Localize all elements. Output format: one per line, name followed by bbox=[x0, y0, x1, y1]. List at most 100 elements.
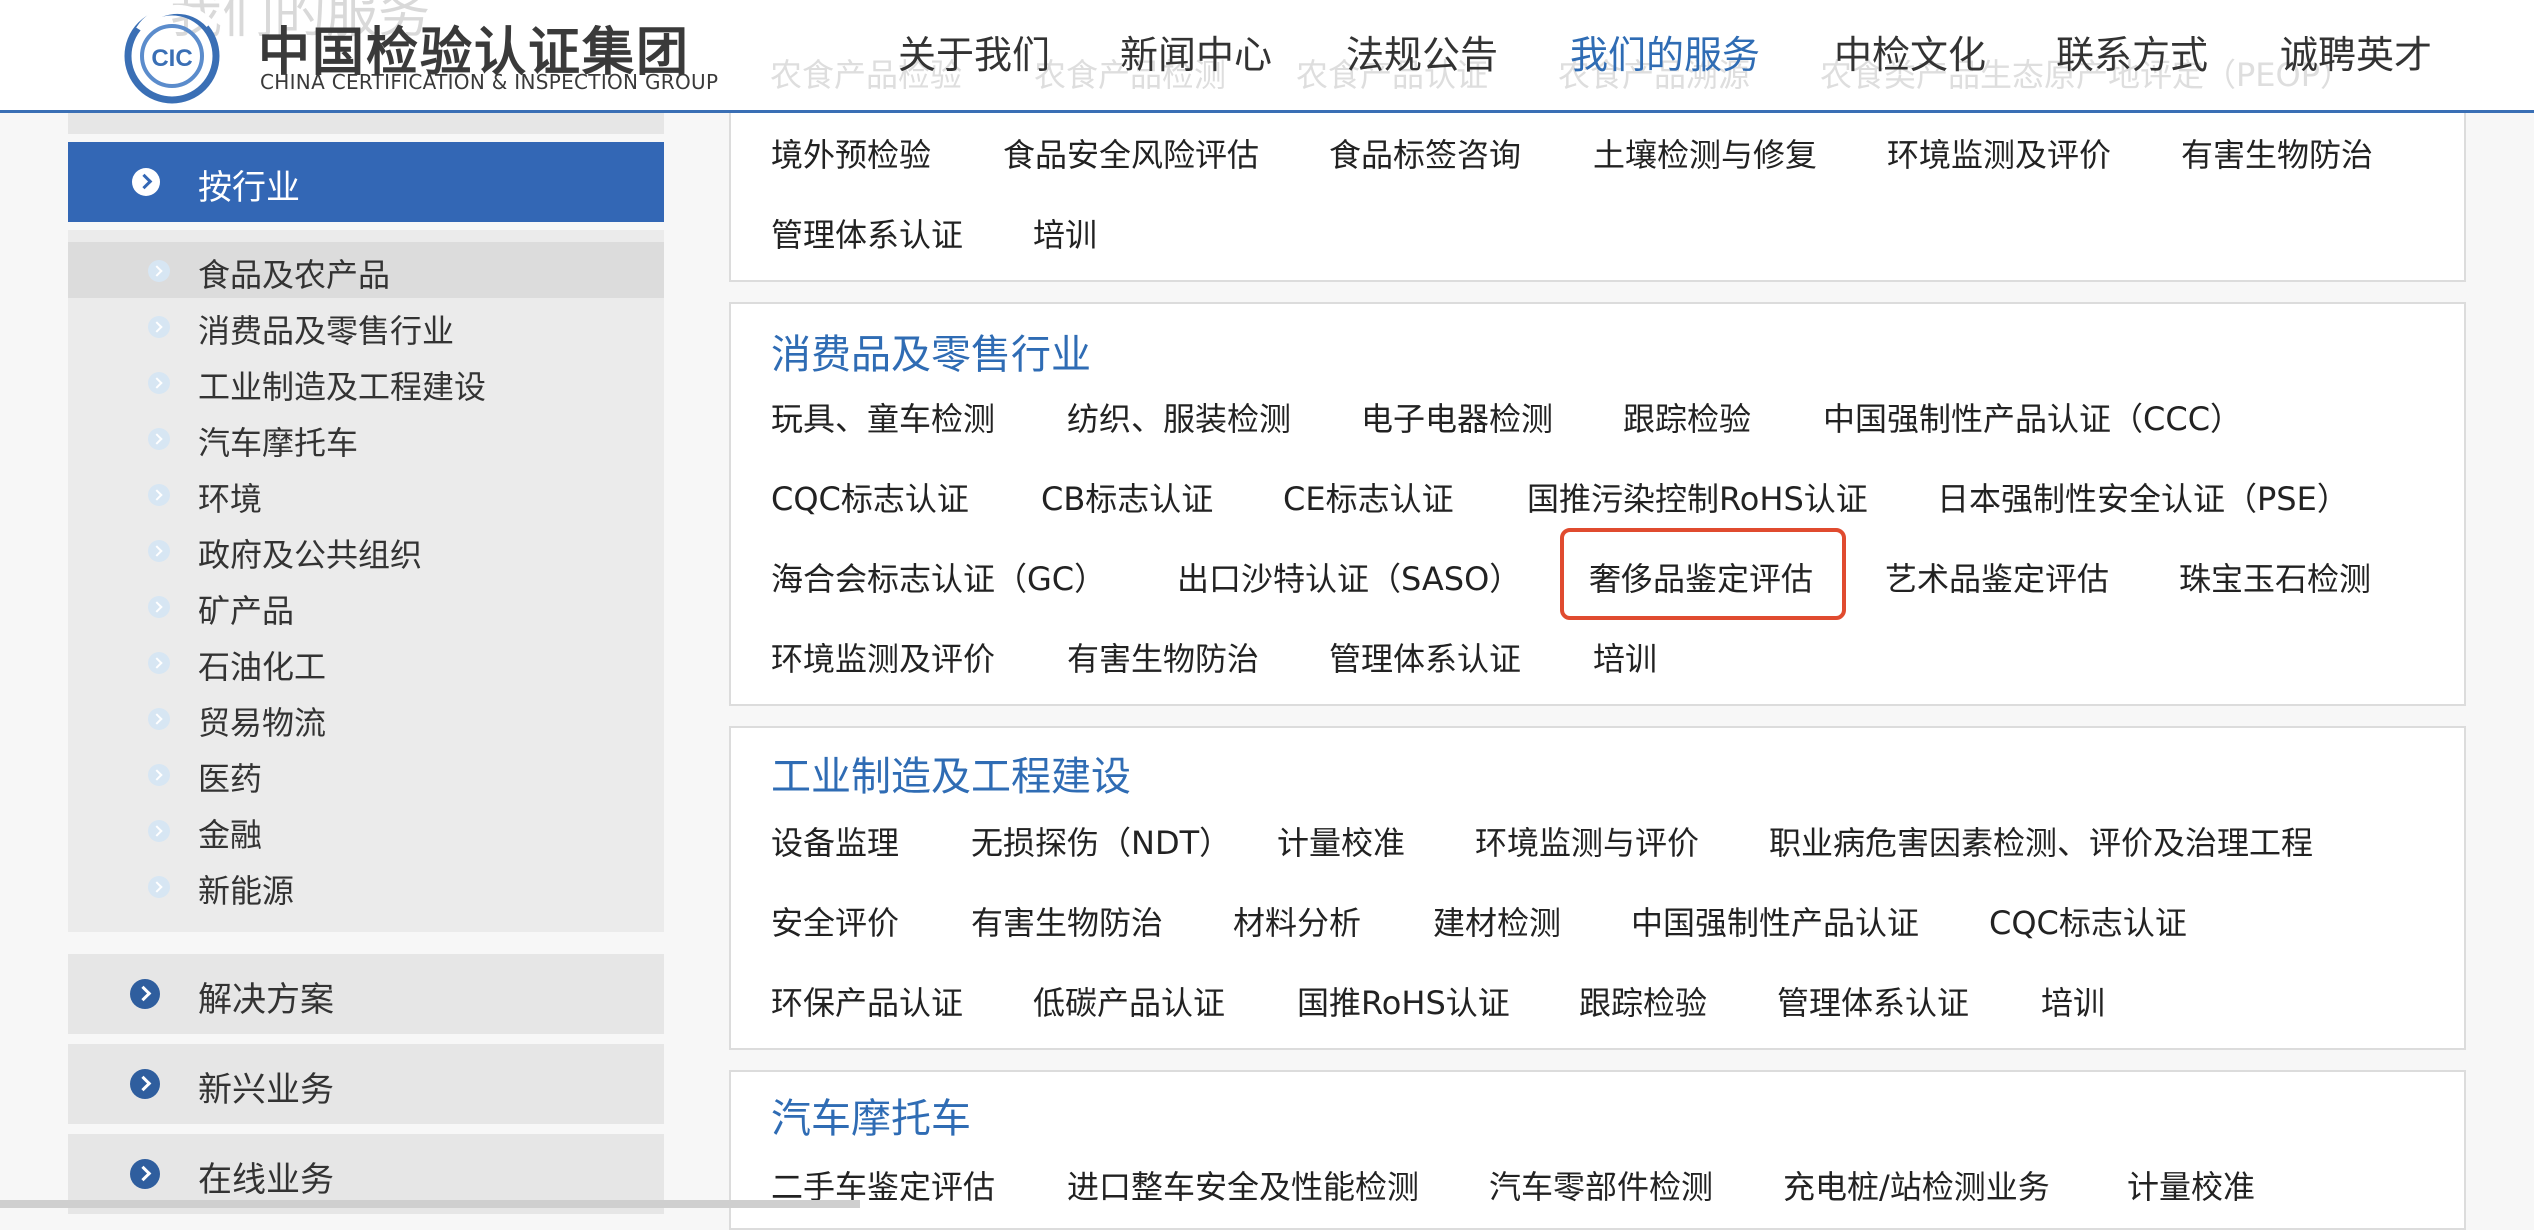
chevron-right-icon bbox=[148, 820, 170, 842]
industry-item-petrochemical[interactable]: 石油化工 bbox=[68, 634, 664, 690]
chevron-right-icon bbox=[148, 428, 170, 450]
service-link[interactable]: 环境监测及评价 bbox=[1887, 130, 2111, 176]
service-link[interactable]: 日本强制性安全认证（PSE） bbox=[1937, 474, 2349, 520]
industry-item-industrial[interactable]: 工业制造及工程建设 bbox=[68, 354, 664, 410]
service-link[interactable]: 纺织、服装检测 bbox=[1067, 394, 1291, 440]
industry-item-government[interactable]: 政府及公共组织 bbox=[68, 522, 664, 578]
service-link[interactable]: 中国强制性产品认证 bbox=[1631, 898, 1919, 944]
chevron-right-icon bbox=[130, 1159, 160, 1189]
panel-consumer: 消费品及零售行业 玩具、童车检测 纺织、服装检测 电子电器检测 跟踪检验 中国强… bbox=[729, 302, 2466, 706]
industry-item-label: 新能源 bbox=[198, 872, 295, 910]
sidebar-online-label: 在线业务 bbox=[198, 1160, 334, 1200]
industry-item-finance[interactable]: 金融 bbox=[68, 802, 664, 858]
service-link[interactable]: 土壤检测与修复 bbox=[1593, 130, 1817, 176]
service-link[interactable]: 环境监测与评价 bbox=[1475, 818, 1699, 864]
panel-industrial: 工业制造及工程建设 设备监理 无损探伤（NDT） 计量校准 环境监测与评价 职业… bbox=[729, 726, 2466, 1050]
industry-item-label: 食品及农产品 bbox=[198, 256, 391, 294]
service-link[interactable]: 境外预检验 bbox=[771, 130, 931, 176]
service-link[interactable]: 培训 bbox=[1033, 210, 1097, 256]
industry-item-label: 金融 bbox=[198, 816, 263, 854]
industry-item-label: 工业制造及工程建设 bbox=[198, 368, 487, 406]
service-link[interactable]: 管理体系认证 bbox=[1777, 978, 1969, 1024]
industry-list: 食品及农产品 消费品及零售行业 工业制造及工程建设 汽车摩托车 环境 政府及公共… bbox=[68, 230, 664, 932]
service-link[interactable]: 跟踪检验 bbox=[1579, 978, 1707, 1024]
panel-title[interactable]: 汽车摩托车 bbox=[771, 1086, 971, 1144]
chevron-right-icon bbox=[148, 540, 170, 562]
industry-item-environment[interactable]: 环境 bbox=[68, 466, 664, 522]
service-link[interactable]: 环保产品认证 bbox=[771, 978, 963, 1024]
industry-item-label: 环境 bbox=[198, 480, 263, 518]
service-link[interactable]: 玩具、童车检测 bbox=[771, 394, 995, 440]
service-link[interactable]: 计量校准 bbox=[1277, 818, 1405, 864]
sidebar-solutions[interactable]: 解决方案 bbox=[68, 954, 664, 1034]
service-link[interactable]: 职业病危害因素检测、评价及治理工程 bbox=[1769, 818, 2313, 864]
sidebar-emerging-business[interactable]: 新兴业务 bbox=[68, 1044, 664, 1124]
industry-item-label: 医药 bbox=[198, 760, 263, 798]
sidebar-top-strip bbox=[68, 112, 664, 134]
chevron-right-icon bbox=[148, 596, 170, 618]
industry-item-label: 矿产品 bbox=[198, 592, 295, 630]
service-link[interactable]: 有害生物防治 bbox=[1067, 634, 1259, 680]
service-link[interactable]: 进口整车安全及性能检测 bbox=[1067, 1162, 1419, 1208]
service-link[interactable]: 电子电器检测 bbox=[1361, 394, 1553, 440]
service-link[interactable]: 国推RoHS认证 bbox=[1297, 978, 1510, 1024]
service-link[interactable]: 建材检测 bbox=[1433, 898, 1561, 944]
industry-item-pharma[interactable]: 医药 bbox=[68, 746, 664, 802]
industry-item-new-energy[interactable]: 新能源 bbox=[68, 858, 664, 914]
industry-item-food[interactable]: 食品及农产品 bbox=[68, 242, 664, 298]
highlight-box bbox=[1560, 528, 1846, 620]
nav-contact[interactable]: 联系方式 bbox=[2056, 24, 2208, 79]
industry-item-trade-logistics[interactable]: 贸易物流 bbox=[68, 690, 664, 746]
service-link[interactable]: 有害生物防治 bbox=[2181, 130, 2373, 176]
service-link[interactable]: 无损探伤（NDT） bbox=[971, 818, 1231, 864]
chevron-right-icon bbox=[148, 316, 170, 338]
service-link[interactable]: 艺术品鉴定评估 bbox=[1885, 554, 2109, 600]
service-link[interactable]: 培训 bbox=[2041, 978, 2105, 1024]
service-link[interactable]: 材料分析 bbox=[1233, 898, 1361, 944]
sidebar-by-industry[interactable]: 按行业 bbox=[68, 142, 664, 222]
service-link[interactable]: 珠宝玉石检测 bbox=[2179, 554, 2371, 600]
service-link[interactable]: 食品标签咨询 bbox=[1329, 130, 1521, 176]
service-link[interactable]: 管理体系认证 bbox=[771, 210, 963, 256]
service-link[interactable]: 跟踪检验 bbox=[1623, 394, 1751, 440]
service-link[interactable]: 计量校准 bbox=[2127, 1162, 2255, 1208]
nav-about[interactable]: 关于我们 bbox=[898, 24, 1050, 79]
nav-culture[interactable]: 中检文化 bbox=[1834, 24, 1986, 79]
service-link[interactable]: 培训 bbox=[1593, 634, 1657, 680]
service-link[interactable]: 出口沙特认证（SASO） bbox=[1177, 554, 1521, 600]
industry-item-consumer[interactable]: 消费品及零售行业 bbox=[68, 298, 664, 354]
service-link[interactable]: CQC标志认证 bbox=[1989, 898, 2187, 944]
service-link[interactable]: CB标志认证 bbox=[1041, 474, 1213, 520]
chevron-right-icon bbox=[132, 168, 160, 196]
service-link[interactable]: 国推污染控制RoHS认证 bbox=[1527, 474, 1868, 520]
chevron-right-icon bbox=[148, 764, 170, 786]
service-link[interactable]: 环境监测及评价 bbox=[771, 634, 995, 680]
horizontal-scrollbar[interactable] bbox=[0, 1200, 860, 1208]
service-link[interactable]: 充电桩/站检测业务 bbox=[1783, 1162, 2050, 1208]
nav-services[interactable]: 我们的服务 bbox=[1570, 24, 1760, 79]
service-link[interactable]: 管理体系认证 bbox=[1329, 634, 1521, 680]
service-link[interactable]: CQC标志认证 bbox=[771, 474, 969, 520]
site-header: 我们的服务 农食产品检验 农食产品检测 农食产品认证 农食产品溯源 农食类产品生… bbox=[0, 0, 2534, 113]
sidebar-by-industry-label: 按行业 bbox=[198, 168, 300, 208]
nav-news[interactable]: 新闻中心 bbox=[1120, 24, 1272, 79]
service-link[interactable]: CE标志认证 bbox=[1283, 474, 1454, 520]
service-link[interactable]: 低碳产品认证 bbox=[1033, 978, 1225, 1024]
nav-regulations[interactable]: 法规公告 bbox=[1346, 24, 1498, 79]
service-link[interactable]: 海合会标志认证（GC） bbox=[771, 554, 1106, 600]
nav-careers[interactable]: 诚聘英才 bbox=[2280, 24, 2432, 79]
service-link[interactable]: 安全评价 bbox=[771, 898, 899, 944]
service-link[interactable]: 中国强制性产品认证（CCC） bbox=[1823, 394, 2242, 440]
industry-item-automotive[interactable]: 汽车摩托车 bbox=[68, 410, 664, 466]
service-link[interactable]: 食品安全风险评估 bbox=[1003, 130, 1259, 176]
panel-title[interactable]: 工业制造及工程建设 bbox=[771, 744, 1131, 802]
service-link[interactable]: 有害生物防治 bbox=[971, 898, 1163, 944]
main-nav: 关于我们 新闻中心 法规公告 我们的服务 中检文化 联系方式 诚聘英才 bbox=[0, 24, 2534, 80]
chevron-right-icon bbox=[148, 260, 170, 282]
service-link[interactable]: 设备监理 bbox=[771, 818, 899, 864]
chevron-right-icon bbox=[130, 979, 160, 1009]
service-link[interactable]: 汽车零部件检测 bbox=[1489, 1162, 1713, 1208]
industry-item-minerals[interactable]: 矿产品 bbox=[68, 578, 664, 634]
chevron-right-icon bbox=[130, 1069, 160, 1099]
panel-title[interactable]: 消费品及零售行业 bbox=[771, 322, 1091, 380]
